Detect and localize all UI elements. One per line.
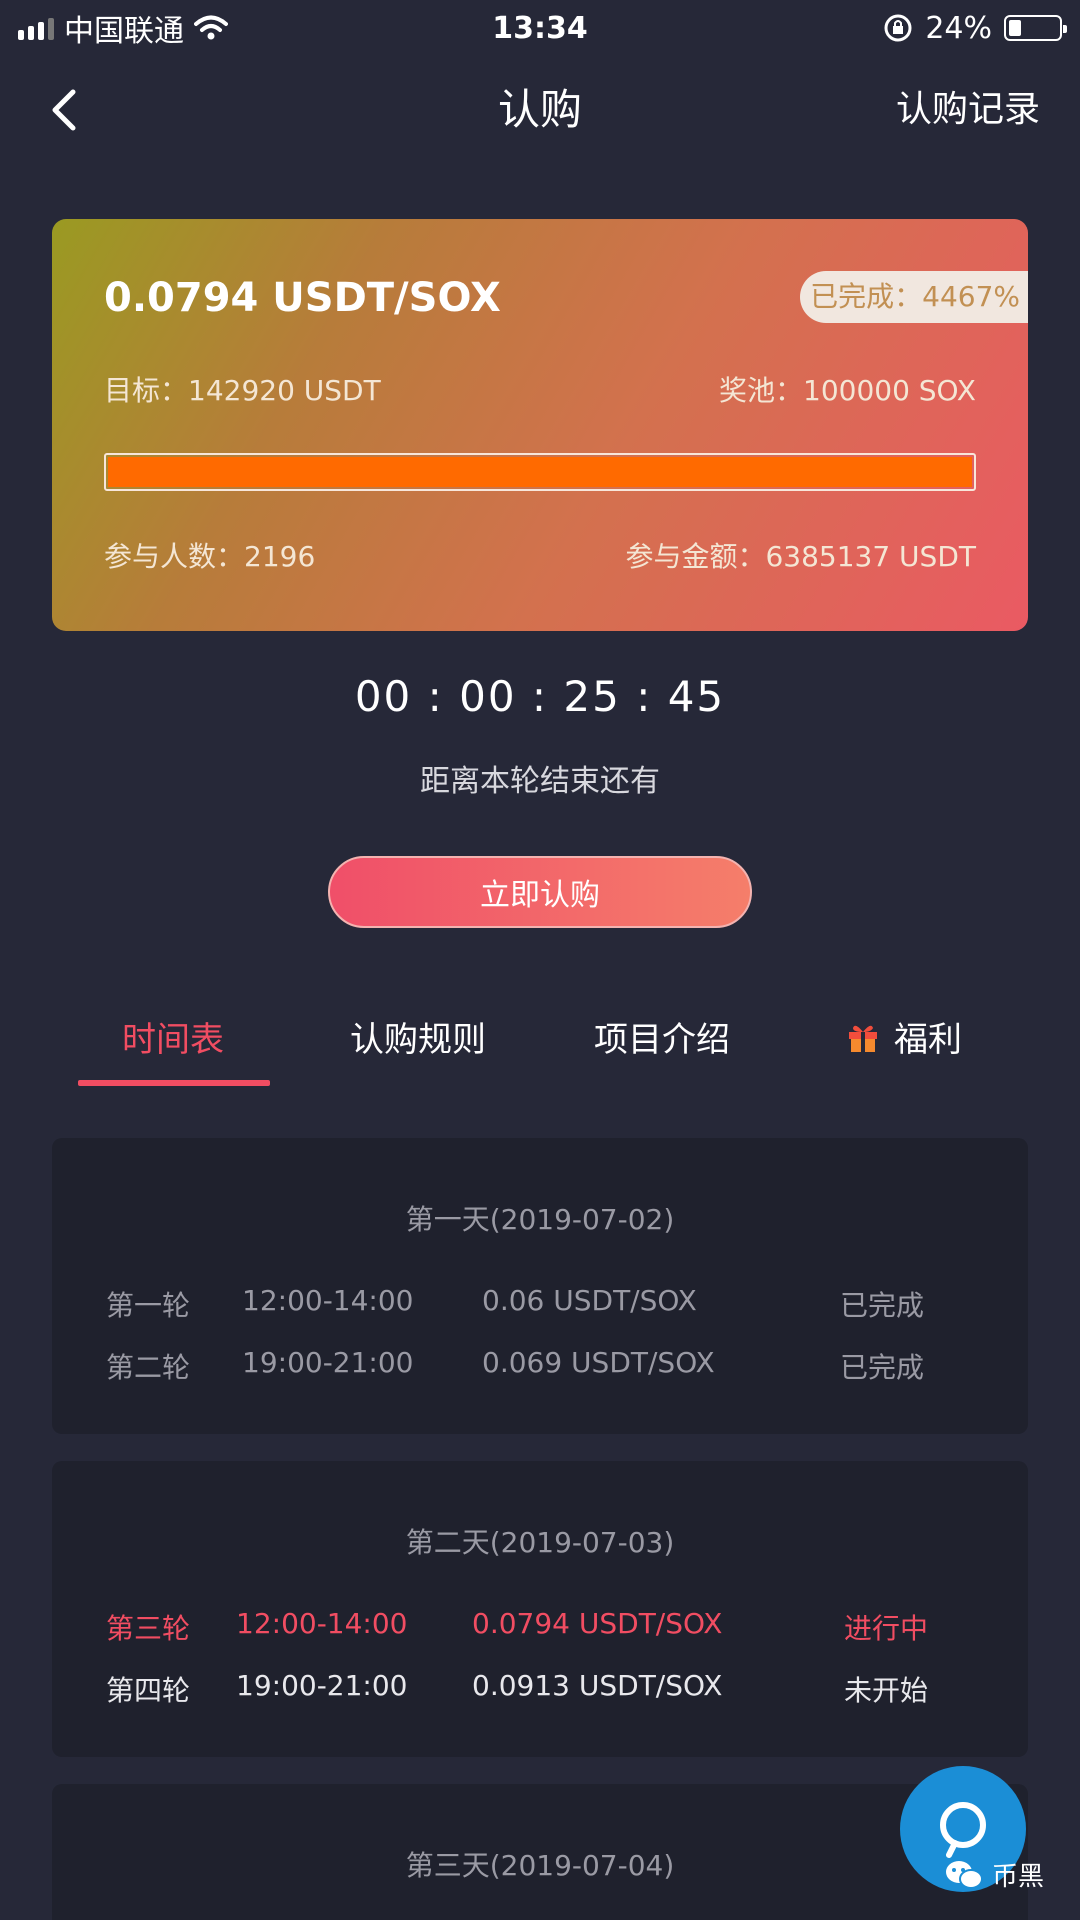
- wifi-icon: [194, 15, 228, 40]
- day-title: 第三天(2019-07-04): [405, 1849, 675, 1882]
- round-price: 0.06 USDT/SOX: [482, 1284, 697, 1317]
- watermark: 币黑: [944, 1856, 1044, 1893]
- chat-bubble-icon: [940, 1802, 986, 1858]
- schedule-day-3: 第三天(2019-07-04): [52, 1784, 1028, 1920]
- wechat-icon: [946, 1860, 983, 1889]
- status-left: 中国联通: [18, 6, 228, 50]
- round-name: 第二轮: [106, 1351, 191, 1384]
- schedule-day-1: 第一天(2019-07-02) 第一轮 12:00-14:00 0.06 USD…: [52, 1138, 1028, 1434]
- price-label: 0.0794 USDT/SOX: [104, 275, 501, 321]
- countdown-timer: 00 : 00 : 25 : 45: [354, 672, 726, 721]
- subscription-page: 中国联通 13:34 24% 认购 认购记录 0.0794 USDT/SOX 已…: [0, 0, 1080, 1920]
- round-status: 已完成: [840, 1289, 925, 1322]
- active-tab-indicator: [78, 1080, 270, 1086]
- progress-fill: [108, 457, 972, 487]
- tab-bar: 时间表 认购规则 项目介绍 福利: [0, 1000, 1080, 1090]
- completion-badge: 已完成：4467%: [800, 271, 1028, 323]
- round-time: 19:00-21:00: [236, 1669, 408, 1702]
- subscribe-button[interactable]: 立即认购: [328, 856, 752, 928]
- carrier-name: 中国联通: [64, 14, 184, 49]
- tab-rules-label: 认购规则: [350, 1020, 486, 1060]
- schedule-day-2: 第二天(2019-07-03) 第三轮 12:00-14:00 0.0794 U…: [52, 1461, 1028, 1757]
- round-name: 第三轮: [106, 1612, 191, 1645]
- round-name: 第一轮: [106, 1289, 191, 1322]
- tab-schedule[interactable]: 时间表: [122, 1012, 224, 1061]
- nav-bar: 认购 认购记录: [0, 70, 1080, 150]
- battery-icon: [1004, 15, 1067, 41]
- round-price: 0.0794 USDT/SOX: [472, 1607, 723, 1640]
- countdown-label: 距离本轮结束还有: [420, 764, 660, 799]
- records-link[interactable]: 认购记录: [896, 82, 1040, 138]
- battery-level: [1009, 20, 1021, 36]
- tab-benefits[interactable]: 福利: [846, 1012, 962, 1061]
- gift-icon: [849, 1025, 877, 1052]
- tab-benefits-label: 福利: [894, 1020, 962, 1060]
- tab-project-intro-label: 项目介绍: [594, 1020, 730, 1060]
- signal-icon: [18, 16, 54, 40]
- round-time: 19:00-21:00: [242, 1346, 414, 1379]
- watermark-text: 币黑: [992, 1862, 1045, 1892]
- round-price: 0.0913 USDT/SOX: [472, 1669, 723, 1702]
- round-status: 未开始: [844, 1674, 929, 1707]
- target-label: 目标：142920 USDT: [104, 374, 381, 407]
- tab-rules[interactable]: 认购规则: [350, 1012, 486, 1061]
- amount-label: 参与金额：6385137 USDT: [625, 540, 976, 573]
- day-title: 第一天(2019-07-02): [405, 1203, 675, 1236]
- summary-card: 0.0794 USDT/SOX 已完成：4467% 目标：142920 USDT…: [52, 219, 1028, 631]
- participants-label: 参与人数：2196: [104, 540, 316, 573]
- day-title: 第二天(2019-07-03): [405, 1526, 675, 1559]
- tab-project-intro[interactable]: 项目介绍: [594, 1012, 730, 1061]
- battery-percent: 24%: [925, 10, 992, 46]
- status-right: 24%: [883, 10, 1067, 46]
- round-time: 12:00-14:00: [236, 1607, 408, 1640]
- round-status: 已完成: [840, 1351, 925, 1384]
- status-bar: 中国联通 13:34 24%: [0, 0, 1080, 56]
- rotation-lock-icon: [884, 14, 912, 42]
- round-name: 第四轮: [106, 1674, 191, 1707]
- progress-bar: [104, 453, 976, 491]
- round-status: 进行中: [844, 1612, 929, 1645]
- round-time: 12:00-14:00: [242, 1284, 414, 1317]
- round-price: 0.069 USDT/SOX: [482, 1346, 715, 1379]
- tab-schedule-label: 时间表: [122, 1020, 224, 1060]
- prize-pool-label: 奖池：100000 SOX: [719, 374, 976, 407]
